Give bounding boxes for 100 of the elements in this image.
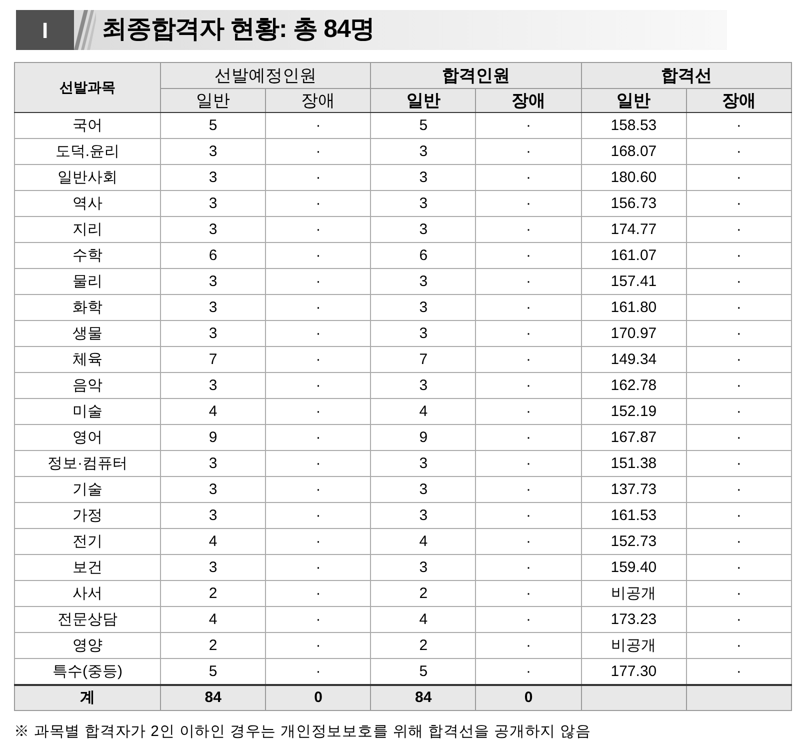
table-cell: 체육 [14, 346, 160, 372]
table-cell: · [686, 164, 792, 190]
table-cell: 화학 [14, 294, 160, 320]
table-cell: · [476, 632, 582, 658]
table-cell: 3 [370, 294, 476, 320]
section-title: 최종합격자 현황: 총 84명 [102, 14, 375, 46]
table-cell: 4 [370, 528, 476, 554]
table-cell: · [476, 424, 582, 450]
table-cell: 3 [160, 294, 266, 320]
table-cell: · [266, 138, 371, 164]
table-cell: 5 [370, 112, 476, 138]
table-cell: 정보·컴퓨터 [14, 450, 160, 476]
table-cell: · [686, 580, 792, 606]
table-cell: 5 [160, 112, 266, 138]
table-cell: 3 [370, 554, 476, 580]
table-cell: 음악 [14, 372, 160, 398]
table-cell: 3 [160, 450, 266, 476]
table-cell: · [686, 190, 792, 216]
table-cell: 9 [160, 424, 266, 450]
table-cell: 157.41 [581, 268, 686, 294]
table-cell: 149.34 [581, 346, 686, 372]
table-cell: · [476, 450, 582, 476]
table-cell: · [686, 138, 792, 164]
table-cell: · [686, 424, 792, 450]
table-cell: 일반사회 [14, 164, 160, 190]
table-cell: 7 [370, 346, 476, 372]
table-cell: 가정 [14, 502, 160, 528]
table-cell: · [686, 502, 792, 528]
table-cell: 158.53 [581, 112, 686, 138]
table-cell: 미술 [14, 398, 160, 424]
table-cell: · [266, 112, 371, 138]
table-cell: 3 [160, 502, 266, 528]
table-cell: 6 [160, 242, 266, 268]
table-cell: · [476, 268, 582, 294]
table-cell: 3 [370, 450, 476, 476]
table-cell: 3 [370, 476, 476, 502]
table-cell: 4 [370, 606, 476, 632]
table-cell: · [686, 476, 792, 502]
table-cell: 151.38 [581, 450, 686, 476]
table-cell: · [476, 606, 582, 632]
table-cell: · [476, 502, 582, 528]
table-cell: 3 [160, 164, 266, 190]
table-cell: · [476, 372, 582, 398]
stripes-icon [74, 10, 96, 50]
table-cell: 생물 [14, 320, 160, 346]
table-cell: 전기 [14, 528, 160, 554]
table-cell: · [476, 320, 582, 346]
table-cell: 보건 [14, 554, 160, 580]
table-cell: · [686, 528, 792, 554]
table-cell: · [476, 112, 582, 138]
table-cell: 지리 [14, 216, 160, 242]
table-cell: 3 [160, 554, 266, 580]
table-cell: 170.97 [581, 320, 686, 346]
table-cell: 역사 [14, 190, 160, 216]
table-cell: 162.78 [581, 372, 686, 398]
table-cell: · [686, 450, 792, 476]
table-cell: 특수(중등) [14, 658, 160, 684]
table-cell: 2 [160, 580, 266, 606]
total-cell: 계 [14, 684, 160, 710]
table-cell: · [686, 398, 792, 424]
group-header: 선발예정인원 [160, 62, 371, 88]
table-cell: 3 [160, 216, 266, 242]
column-header: 선발과목 [14, 62, 160, 112]
table-cell: 152.19 [581, 398, 686, 424]
table-cell: 3 [160, 320, 266, 346]
table-cell: · [266, 580, 371, 606]
table-cell: · [266, 164, 371, 190]
table-cell: 4 [160, 398, 266, 424]
table-cell: 167.87 [581, 424, 686, 450]
total-cell: 84 [160, 684, 266, 710]
table-cell: · [476, 346, 582, 372]
table-cell: 도덕.윤리 [14, 138, 160, 164]
table-cell: 수학 [14, 242, 160, 268]
column-header: 일반 [370, 88, 476, 112]
table-cell: · [686, 112, 792, 138]
column-header: 장애 [686, 88, 792, 112]
table-cell: · [476, 554, 582, 580]
table-cell: 174.77 [581, 216, 686, 242]
table-cell: · [476, 190, 582, 216]
table-cell: 영어 [14, 424, 160, 450]
table-cell: 4 [370, 398, 476, 424]
table-cell: 물리 [14, 268, 160, 294]
table-cell: · [686, 320, 792, 346]
column-header: 장애 [476, 88, 582, 112]
column-header: 장애 [266, 88, 371, 112]
table-cell: 161.80 [581, 294, 686, 320]
table-cell: · [266, 216, 371, 242]
table-cell: · [266, 554, 371, 580]
table-cell: 영양 [14, 632, 160, 658]
table-cell: 기술 [14, 476, 160, 502]
table-cell: · [266, 320, 371, 346]
table-cell: 비공개 [581, 632, 686, 658]
table-cell: · [476, 164, 582, 190]
table-cell: · [266, 346, 371, 372]
footnote: ※ 과목별 합격자가 2인 이하인 경우는 개인정보보호를 위해 합격선을 공개하지 않음 [14, 722, 592, 742]
table-cell: 3 [370, 268, 476, 294]
table-cell: 7 [160, 346, 266, 372]
table-cell: 3 [370, 216, 476, 242]
table-cell: · [476, 138, 582, 164]
table-cell: 3 [370, 372, 476, 398]
